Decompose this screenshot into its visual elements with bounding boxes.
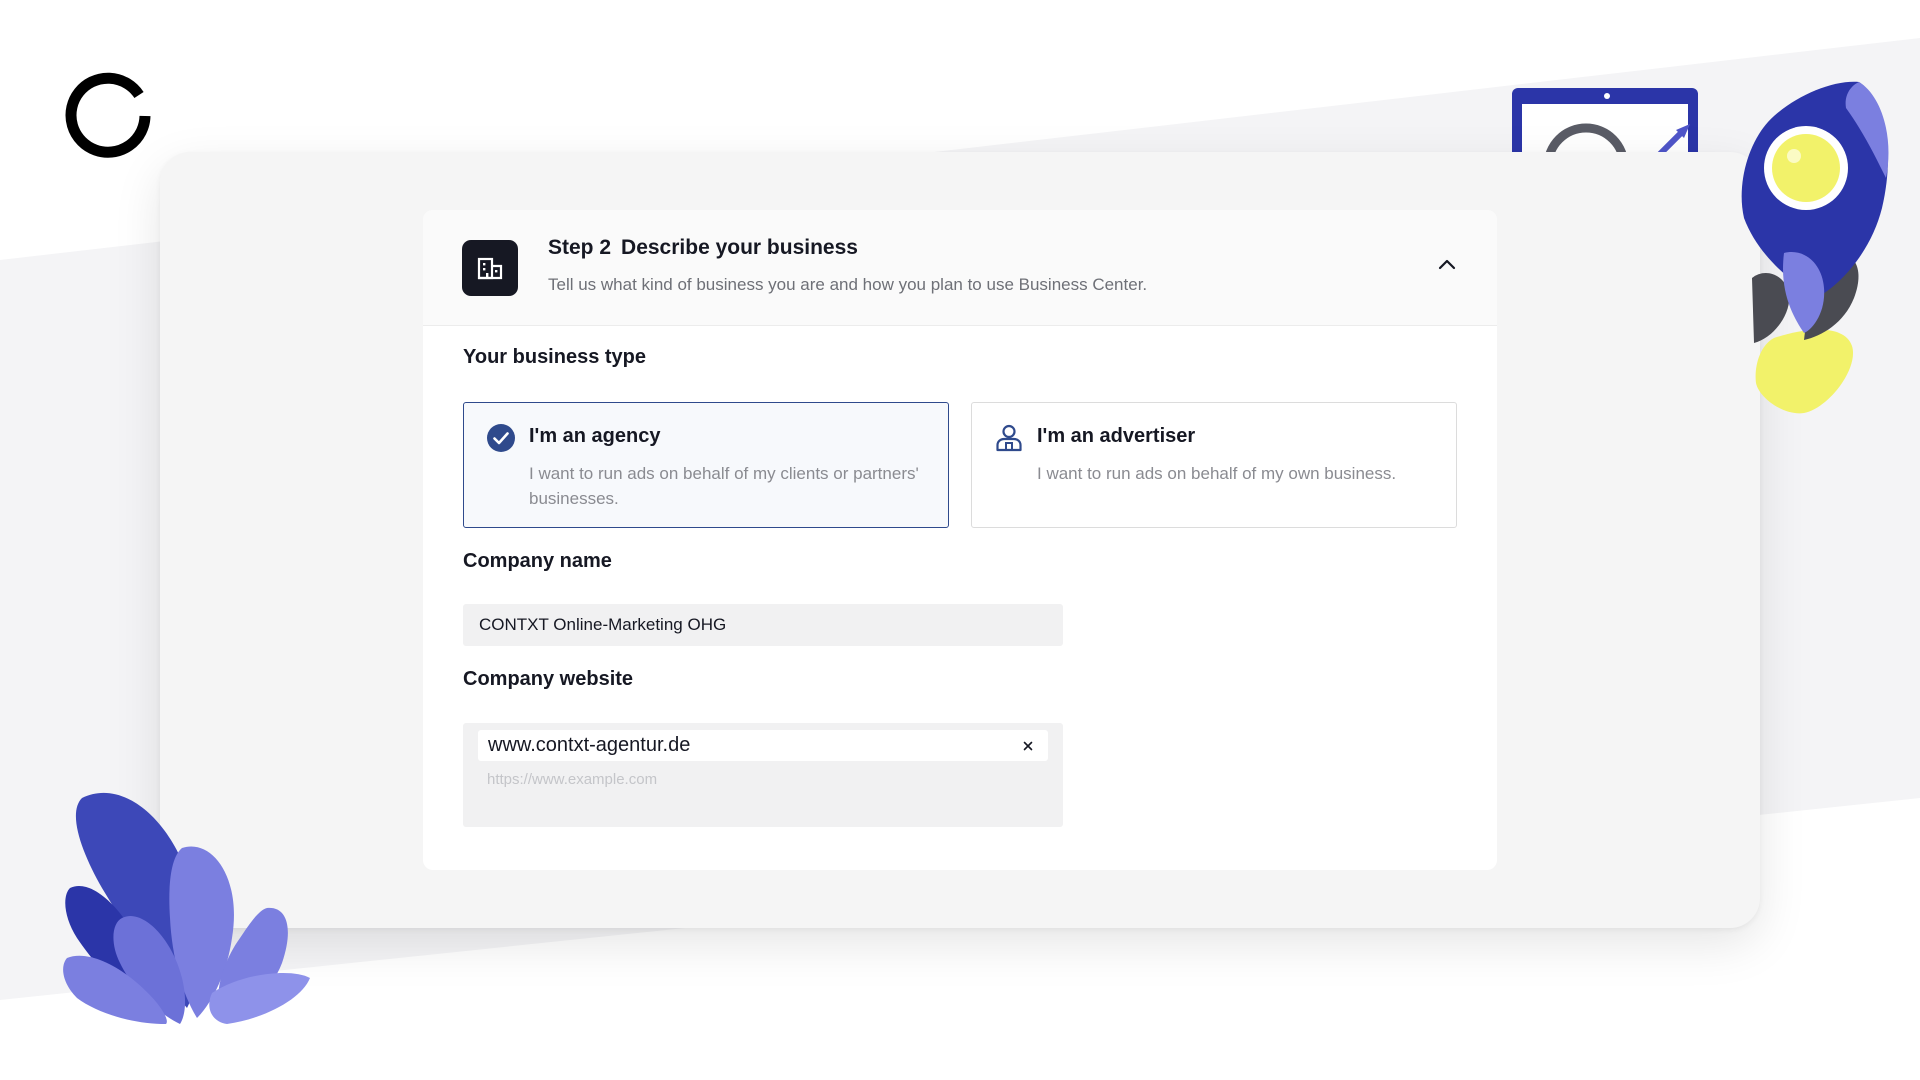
step-icon-tile [462, 240, 518, 296]
step-title: Step 2 Describe your business [548, 236, 858, 260]
website-url-input[interactable] [487, 771, 1027, 788]
clear-website-button[interactable] [1018, 736, 1038, 756]
main-panel: Step 2 Describe your business Tell us wha… [160, 152, 1760, 928]
rocket-illustration-icon [1741, 81, 1889, 414]
advertiser-option-description: I want to run ads on behalf of my own bu… [1037, 464, 1397, 483]
website-tag: www.contxt-agentur.de [478, 730, 1048, 761]
company-name-field[interactable]: CONTXT Online-Marketing OHG [463, 604, 1063, 646]
agency-option-title: I'm an agency [529, 425, 661, 447]
advertiser-option[interactable]: I'm an advertiser I want to run ads on b… [971, 402, 1457, 528]
step-heading: Describe your business [621, 236, 858, 259]
chevron-up-icon [1438, 259, 1456, 270]
collapse-button[interactable] [1433, 250, 1461, 278]
agency-option[interactable]: I'm an agency I want to run ads on behal… [463, 402, 949, 528]
user-icon [996, 424, 1022, 452]
website-tag-text: www.contxt-agentur.de [488, 734, 691, 756]
check-circle-icon [487, 424, 515, 452]
company-website-label: Company website [463, 668, 634, 690]
step-subtitle: Tell us what kind of business you are an… [548, 275, 1148, 294]
company-website-field[interactable]: www.contxt-agentur.de [463, 723, 1063, 827]
step-card: Step 2 Describe your business Tell us wha… [423, 210, 1497, 870]
company-name-label: Company name [463, 550, 612, 572]
advertiser-option-title: I'm an advertiser [1037, 425, 1196, 447]
step-number: Step 2 [548, 236, 612, 259]
plant-illustration-icon [63, 792, 310, 1024]
step-header[interactable]: Step 2 Describe your business Tell us wha… [423, 210, 1497, 326]
agency-option-description: I want to run ads on behalf of my client… [529, 464, 919, 508]
close-icon [1023, 741, 1033, 750]
building-icon [477, 257, 503, 280]
c-ring-logo-icon [65, 72, 151, 158]
business-type-label: Your business type [463, 346, 647, 368]
